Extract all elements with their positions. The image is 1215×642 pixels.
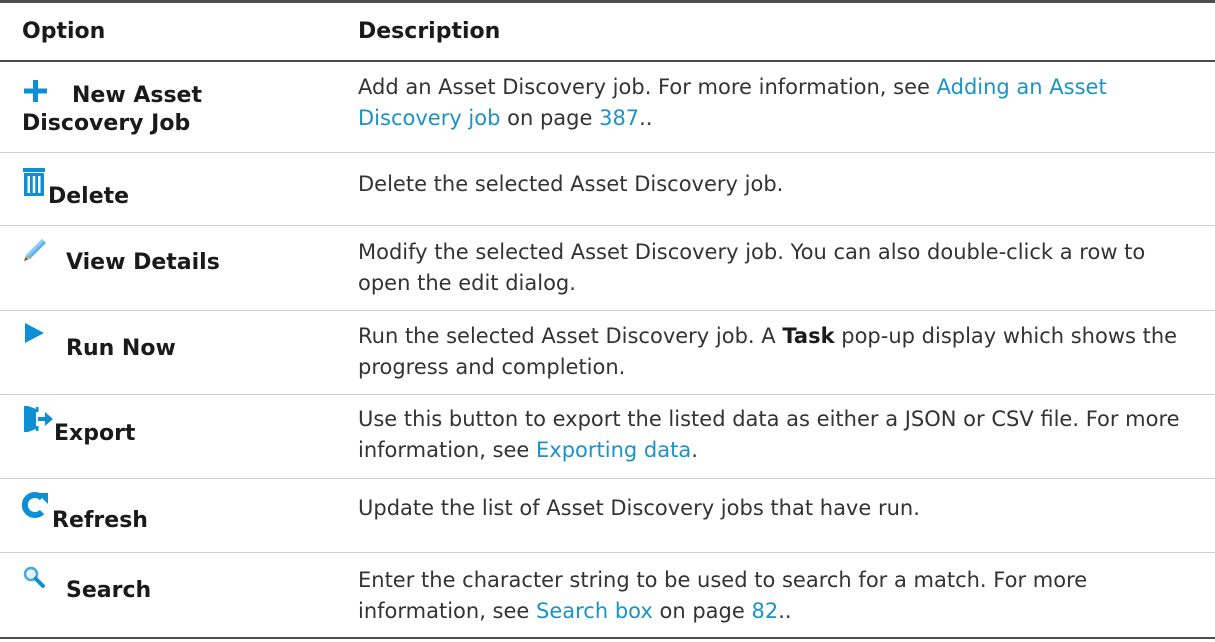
play-icon[interactable] <box>22 321 48 347</box>
search-icon[interactable] <box>22 565 48 591</box>
description-text: on page <box>500 106 600 130</box>
description-text: Use this button to export the listed dat… <box>358 407 1180 462</box>
page-387-link[interactable]: 387 <box>599 106 639 130</box>
description-cell: Enter the character string to be used to… <box>358 565 1215 637</box>
table-row: Refresh Update the list of Asset Discove… <box>0 479 1215 553</box>
description-text: Run the selected Asset Discovery job. A <box>358 324 783 348</box>
table-row: New Asset Discovery Job Add an Asset Dis… <box>0 62 1215 153</box>
refresh-icon[interactable] <box>21 491 52 521</box>
description-text: .. <box>639 106 653 130</box>
option-column-header: Option <box>22 19 106 44</box>
description-text: Delete the selected Asset Discovery job. <box>358 172 784 196</box>
refresh-label: Refresh <box>52 508 148 533</box>
description-text: Add an Asset Discovery job. For more inf… <box>358 75 937 99</box>
page-82-link[interactable]: 82 <box>751 599 778 623</box>
options-table: Option Description New Asset Discovery J… <box>0 0 1215 639</box>
description-cell: Run the selected Asset Discovery job. A … <box>358 321 1215 394</box>
description-cell: Delete the selected Asset Discovery job. <box>358 167 1215 225</box>
delete-label: Delete <box>48 184 130 209</box>
export-label: Export <box>54 421 136 446</box>
option-cell: Search <box>0 565 358 637</box>
plus-icon[interactable] <box>22 78 52 104</box>
view-details-label: View Details <box>66 250 220 275</box>
new-asset-discovery-job-label-line2: Discovery Job <box>22 111 191 136</box>
table-row: Search Enter the character string to be … <box>0 553 1215 639</box>
option-cell: Delete <box>0 167 358 225</box>
run-now-label: Run Now <box>66 336 176 361</box>
option-cell: Refresh <box>0 491 358 552</box>
new-asset-discovery-job-label-line1: New Asset <box>72 83 202 108</box>
export-icon[interactable] <box>22 404 54 434</box>
table-row: View Details Modify the selected Asset D… <box>0 226 1215 311</box>
description-text: .. <box>778 599 792 623</box>
task-bold-text: Task <box>782 324 835 348</box>
description-column-header: Description <box>358 19 501 44</box>
table-row: Run Now Run the selected Asset Discovery… <box>0 311 1215 395</box>
table-row: Delete Delete the selected Asset Discove… <box>0 153 1215 226</box>
option-cell: Run Now <box>0 321 358 394</box>
description-cell: Update the list of Asset Discovery jobs … <box>358 491 1215 552</box>
exporting-data-link[interactable]: Exporting data <box>536 438 691 462</box>
search-label: Search <box>66 578 152 603</box>
search-box-link[interactable]: Search box <box>536 599 653 623</box>
description-text: . <box>691 438 698 462</box>
table-header: Option Description <box>0 0 1215 62</box>
option-cell: View Details <box>0 237 358 310</box>
trash-icon[interactable] <box>22 167 46 199</box>
description-cell: Modify the selected Asset Discovery job.… <box>358 237 1215 310</box>
option-cell: Export <box>0 404 358 478</box>
description-cell: Use this button to export the listed dat… <box>358 404 1215 478</box>
option-cell: New Asset Discovery Job <box>0 72 358 152</box>
description-text: on page <box>652 599 752 623</box>
pencil-icon[interactable] <box>22 237 48 263</box>
description-text: Modify the selected Asset Discovery job.… <box>358 240 1146 295</box>
description-text: Update the list of Asset Discovery jobs … <box>358 496 920 520</box>
description-cell: Add an Asset Discovery job. For more inf… <box>358 72 1215 152</box>
table-row: Export Use this button to export the lis… <box>0 395 1215 479</box>
